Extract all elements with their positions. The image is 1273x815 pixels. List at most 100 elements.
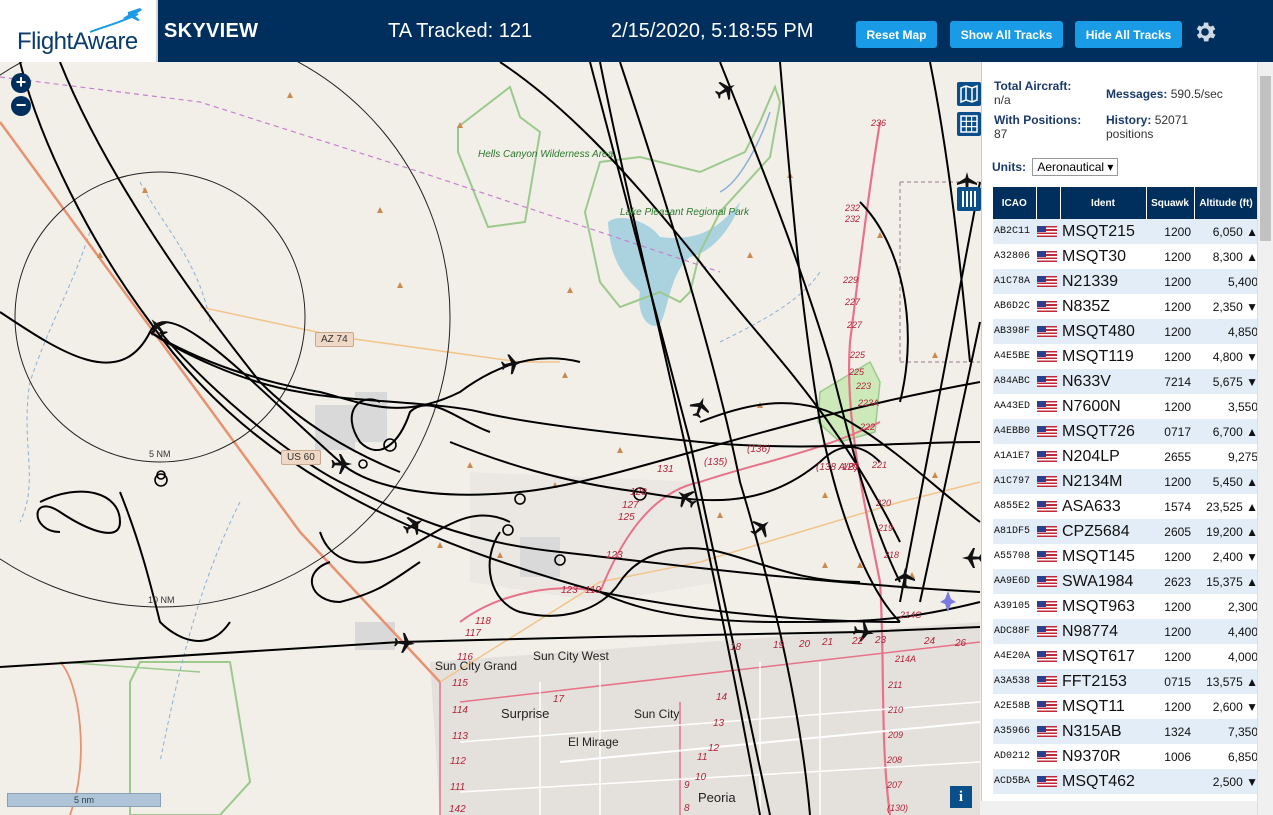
aircraft-icon[interactable] <box>671 483 701 513</box>
table-row[interactable]: ACD5BA MSQT462 2,500 ▼ <box>993 769 1258 794</box>
show-all-tracks-button[interactable]: Show All Tracks <box>950 21 1063 48</box>
table-row[interactable]: A4EBB0 MSQT726 0717 6,700 ▲ <box>993 419 1258 444</box>
altitude-value: 19,200 <box>1206 524 1243 539</box>
table-row[interactable]: ADC88F N98774 1200 4,400 <box>993 619 1258 644</box>
altitude-cell: 2,500 ▼ <box>1194 769 1258 794</box>
ident-cell: MSQT145 <box>1060 544 1146 569</box>
table-row[interactable]: AA9E6D SWA1984 2623 15,375 ▲ <box>993 569 1258 594</box>
flag-cell <box>1036 744 1060 769</box>
info-icon[interactable]: i <box>950 786 972 808</box>
map-canvas[interactable]: Hells Canyon Wilderness Area Lake Pleasa… <box>0 62 981 815</box>
units-row: Units: Aeronautical ▾ <box>992 158 1119 176</box>
col-altitude[interactable]: Altitude (ft) <box>1194 187 1259 219</box>
flag-cell <box>1036 269 1060 294</box>
col-squawk[interactable]: Squawk <box>1146 187 1195 219</box>
route-number: 119 <box>585 585 601 596</box>
grid-icon[interactable] <box>957 112 981 136</box>
altitude-value: 6,700 <box>1212 424 1243 439</box>
aircraft-icon[interactable] <box>746 513 776 543</box>
table-row[interactable]: A855E2 ASA633 1574 23,525 ▲ <box>993 494 1258 519</box>
table-row[interactable]: A1A1E7 N204LP 2655 9,275 <box>993 444 1258 469</box>
table-row[interactable]: AA43ED N7600N 1200 3,550 <box>993 394 1258 419</box>
altitude-value: 4,000 <box>1227 649 1258 664</box>
icao-cell: AD0212 <box>993 744 1036 769</box>
highway-az74: AZ 74 <box>315 332 354 347</box>
hide-all-tracks-button[interactable]: Hide All Tracks <box>1075 21 1182 48</box>
ident-cell: N98774 <box>1060 619 1146 644</box>
icao-cell: AB2C11 <box>993 219 1036 244</box>
route-number: 227 <box>845 297 861 307</box>
aircraft-icon[interactable] <box>687 394 713 421</box>
aircraft-icon[interactable] <box>962 548 981 568</box>
table-row[interactable]: A3A538 FFT2153 0715 13,575 ▲ <box>993 669 1258 694</box>
route-number: 229 <box>843 275 859 285</box>
gear-icon[interactable] <box>1192 19 1218 45</box>
us-flag-icon <box>1037 325 1057 337</box>
scrollbar-thumb[interactable] <box>1260 76 1271 241</box>
reset-map-button[interactable]: Reset Map <box>856 21 937 48</box>
table-row[interactable]: AB2C11 MSQT215 1200 6,050 ▲ <box>993 219 1258 244</box>
col-icao[interactable]: ICAO <box>993 187 1037 219</box>
zoom-out-icon[interactable]: − <box>11 96 31 116</box>
table-row[interactable]: A1C78A N21339 1200 5,400 <box>993 269 1258 294</box>
table-row[interactable]: A4E20A MSQT617 1200 4,000 <box>993 644 1258 669</box>
panel-vertical-scrollbar[interactable] <box>1257 62 1273 815</box>
panel-horizontal-scrollbar[interactable] <box>981 801 1257 815</box>
route-number: 220 <box>876 498 892 508</box>
route-number: 142 <box>449 804 466 815</box>
table-row[interactable]: A4E5BE MSQT119 1200 4,800 ▼ <box>993 344 1258 369</box>
zoom-in-icon[interactable]: + <box>11 73 31 93</box>
squawk-cell: 1200 <box>1146 269 1194 294</box>
col-ident[interactable]: Ident <box>1060 187 1147 219</box>
route-number: 18 <box>730 642 742 653</box>
route-number: 23 <box>875 635 887 646</box>
altitude-value: 3,550 <box>1227 399 1258 414</box>
table-row[interactable]: A2E58B MSQT11 1200 2,600 ▼ <box>993 694 1258 719</box>
squawk-cell: 1200 <box>1146 294 1194 319</box>
table-row[interactable]: AB6D2C N835Z 1200 2,350 ▼ <box>993 294 1258 319</box>
altitude-cell: 4,000 <box>1194 644 1258 669</box>
route-number: 210 <box>888 705 904 715</box>
flag-cell <box>1036 644 1060 669</box>
units-select[interactable]: Aeronautical ▾ <box>1032 158 1119 176</box>
altitude-cell: 15,375 ▲ <box>1194 569 1258 594</box>
aircraft-icon[interactable] <box>331 454 353 474</box>
table-row[interactable]: A32806 MSQT30 1200 8,300 ▲ <box>993 244 1258 269</box>
flightaware-logo[interactable]: FlightAware <box>0 0 158 62</box>
squawk-cell: 1324 <box>1146 719 1194 744</box>
aircraft-icon[interactable] <box>499 352 524 376</box>
table-row[interactable]: AB398F MSQT480 1200 4,850 <box>993 319 1258 344</box>
us-flag-icon <box>1037 775 1057 787</box>
table-row[interactable]: A81DF5 CPZ5684 2605 19,200 ▲ <box>993 519 1258 544</box>
us-flag-icon <box>1037 725 1057 737</box>
ident-cell: MSQT462 <box>1060 769 1146 794</box>
route-number: (135) <box>704 457 728 468</box>
route-number: 221 <box>872 460 888 470</box>
col-flag[interactable] <box>1036 187 1061 219</box>
table-row[interactable]: AD0212 N9370R 1006 6,850 <box>993 744 1258 769</box>
altitude-value: 6,050 <box>1212 224 1243 239</box>
table-row[interactable]: A39105 MSQT963 1200 2,300 <box>993 594 1258 619</box>
icao-cell: ACD5BA <box>993 769 1036 794</box>
columns-icon[interactable] <box>957 187 981 211</box>
history-unit: positions <box>1106 127 1154 141</box>
aircraft-icon[interactable] <box>895 568 915 589</box>
ident-cell: N315AB <box>1060 719 1146 744</box>
table-row[interactable]: A1C797 N2134M 1200 5,450 ▲ <box>993 469 1258 494</box>
aircraft-icon[interactable] <box>399 511 428 539</box>
aircraft-icon[interactable] <box>711 76 740 104</box>
aircraft-icon[interactable] <box>393 632 416 654</box>
table-row[interactable]: A35966 N315AB 1324 7,350 <box>993 719 1258 744</box>
route-number: 114 <box>452 705 468 716</box>
icao-cell: AA9E6D <box>993 569 1036 594</box>
route-number: (130) <box>887 803 909 813</box>
table-row[interactable]: A84ABC N633V 7214 5,675 ▼ <box>993 369 1258 394</box>
altitude-cell: 6,850 <box>1194 744 1258 769</box>
route-number: 12 <box>708 743 720 754</box>
table-row[interactable]: A55708 MSQT145 1200 2,400 ▼ <box>993 544 1258 569</box>
route-number: 232 <box>845 214 861 224</box>
map-layers-icon[interactable] <box>957 82 981 106</box>
aircraft-icon[interactable] <box>143 312 173 342</box>
altitude-cell: 5,450 ▲ <box>1194 469 1258 494</box>
altitude-cell: 2,350 ▼ <box>1194 294 1258 319</box>
